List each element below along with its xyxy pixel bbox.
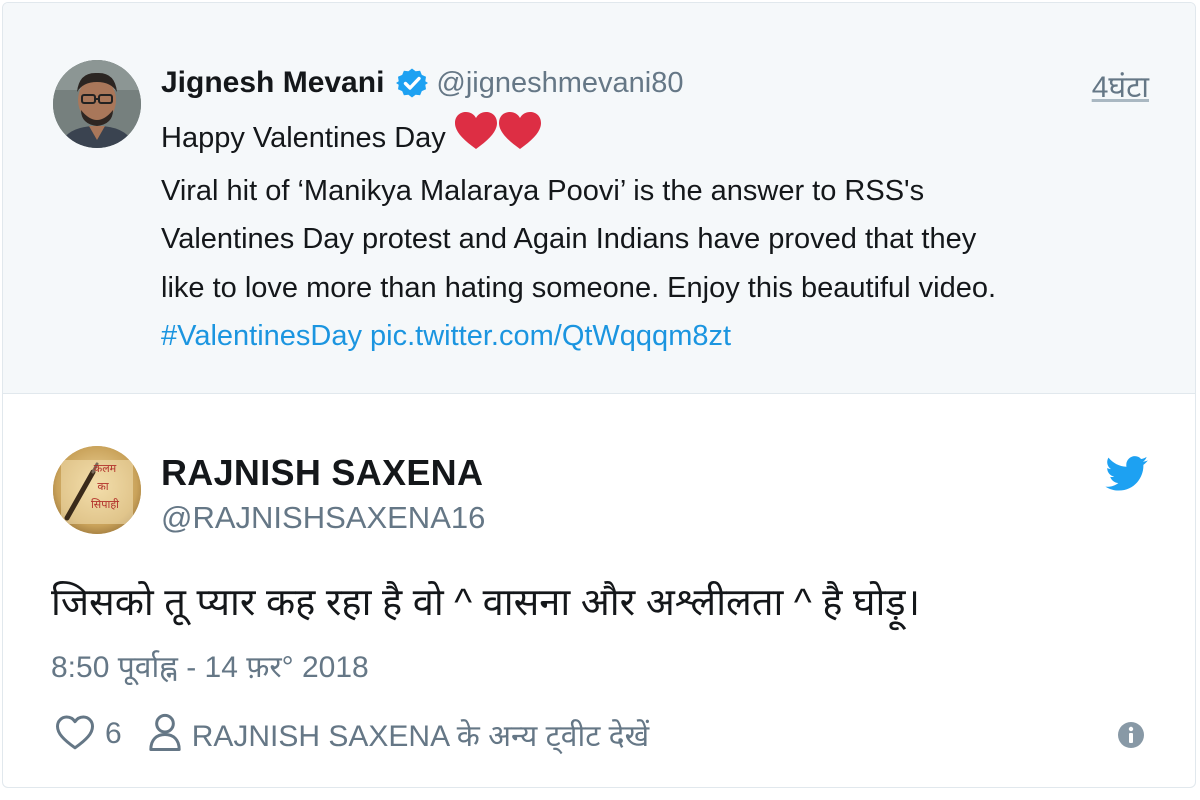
- person-icon[interactable]: [148, 712, 182, 757]
- main-avatar[interactable]: कलम का सिपाही: [53, 446, 141, 534]
- parent-header: Jignesh Mevani @jigneshmevani80: [161, 63, 684, 103]
- tweet-actions: 6 RAJNISH SAXENA के अन्य ट्वीट देखें: [55, 711, 649, 757]
- parent-tweet[interactable]: Jignesh Mevani @jigneshmevani80 4घंटा Ha…: [3, 3, 1195, 394]
- tweet-embed-card: Jignesh Mevani @jigneshmevani80 4घंटा Ha…: [2, 2, 1196, 788]
- parent-text-line-2: Viral hit of ‘Manikya Malaraya Poovi’ is…: [161, 174, 925, 207]
- like-heart-icon[interactable]: [55, 713, 95, 756]
- parent-avatar[interactable]: [53, 60, 141, 148]
- parent-text-line-3: Valentines Day protest and Again Indians…: [161, 223, 977, 255]
- twitter-bird-icon[interactable]: [1105, 456, 1149, 492]
- main-author-name[interactable]: RAJNISH SAXENA: [161, 452, 483, 494]
- red-heart-emoji: [454, 111, 542, 167]
- main-timestamp-link[interactable]: 8:50 पूर्वाह्न - 14 फ़र° 2018: [51, 645, 369, 686]
- hashtag-link[interactable]: #ValentinesDay: [161, 320, 362, 352]
- profile-photo: [53, 60, 141, 148]
- parent-handle[interactable]: @jigneshmevani80: [436, 67, 683, 100]
- parent-timestamp-link[interactable]: 4घंटा: [1092, 65, 1149, 106]
- avatar-text-2: का: [97, 480, 108, 493]
- view-more-tweets-link[interactable]: RAJNISH SAXENA के अन्य ट्वीट देखें: [192, 714, 649, 755]
- main-tweet-text: जिसको तू प्यार कह रहा है वो ^ वासना और अ…: [51, 582, 921, 624]
- avatar-text-3: सिपाही: [91, 498, 119, 511]
- parent-author-name[interactable]: Jignesh Mevani: [161, 66, 384, 100]
- avatar-image: कलम का सिपाही: [53, 446, 141, 534]
- parent-text-greeting: Happy Valentines Day: [161, 122, 446, 154]
- pic-link[interactable]: pic.twitter.com/QtWqqqm8zt: [370, 320, 731, 352]
- like-count: 6: [105, 717, 122, 750]
- parent-text-line-4: like to love more than hating someone. E…: [161, 271, 997, 304]
- avatar-text-1: कलम: [94, 462, 117, 475]
- info-icon[interactable]: [1117, 721, 1145, 749]
- parent-text-links: #ValentinesDay pic.twitter.com/QtWqqqm8z…: [161, 312, 1161, 361]
- main-handle[interactable]: @RAJNISHSAXENA16: [161, 500, 485, 536]
- verified-badge-icon: [396, 67, 429, 99]
- parent-tweet-text: Happy Valentines Day Viral hit of ‘Manik…: [161, 111, 1161, 361]
- parent-text-line-1: Happy Valentines Day: [161, 111, 1161, 167]
